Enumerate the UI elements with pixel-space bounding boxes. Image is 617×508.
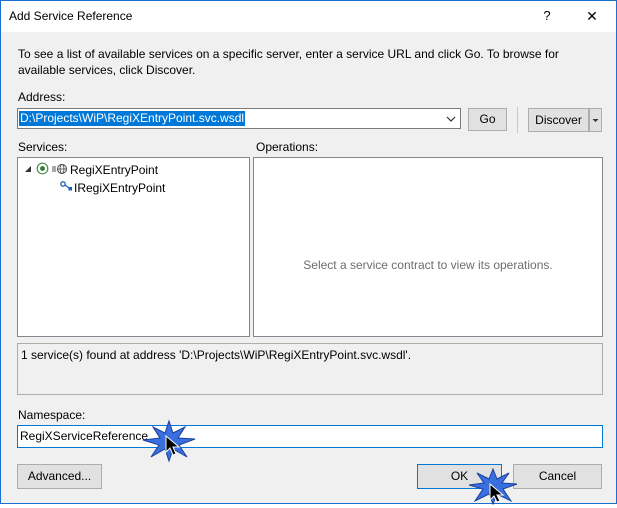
instructions-text: To see a list of available services on a… bbox=[18, 47, 559, 77]
address-value[interactable]: D:\Projects\WiP\RegiXEntryPoint.svc.wsdl bbox=[19, 111, 246, 126]
interface-icon bbox=[60, 180, 74, 195]
mouse-cursor-icon bbox=[489, 482, 505, 506]
advanced-button[interactable]: Advanced... bbox=[17, 464, 102, 489]
services-label: Services: bbox=[18, 140, 68, 154]
namespace-input[interactable]: RegiXServiceReference bbox=[17, 425, 603, 448]
globe-service-icon bbox=[52, 163, 70, 178]
dialog-title: Add Service Reference bbox=[9, 9, 133, 23]
operations-label: Operations: bbox=[256, 140, 319, 154]
add-service-reference-dialog: Add Service Reference ? ✕ To see a list … bbox=[0, 0, 617, 506]
status-text: 1 service(s) found at address 'D:\Projec… bbox=[21, 348, 412, 362]
tree-item-label: RegiXEntryPoint bbox=[70, 163, 159, 177]
address-label: Address: bbox=[18, 90, 66, 104]
address-combobox[interactable]: D:\Projects\WiP\RegiXEntryPoint.svc.wsdl bbox=[17, 108, 461, 129]
service-radio-icon bbox=[36, 162, 50, 178]
toolbar-divider bbox=[517, 107, 518, 133]
operations-placeholder: Select a service contract to view its op… bbox=[303, 258, 553, 272]
title-bar: Add Service Reference ? ✕ bbox=[1, 1, 616, 32]
services-tree[interactable]: RegiXEntryPoint IRegiXEntryPoint bbox=[17, 157, 250, 337]
expanded-triangle-icon[interactable] bbox=[24, 163, 36, 177]
status-area: 1 service(s) found at address 'D:\Projec… bbox=[17, 343, 603, 395]
operations-panel: Select a service contract to view its op… bbox=[253, 157, 603, 337]
close-button[interactable]: ✕ bbox=[577, 5, 607, 27]
chevron-down-icon[interactable] bbox=[444, 111, 458, 126]
go-button[interactable]: Go bbox=[468, 108, 507, 131]
cancel-button[interactable]: Cancel bbox=[513, 464, 602, 489]
tree-item-contract[interactable]: IRegiXEntryPoint bbox=[60, 180, 165, 195]
mouse-cursor-icon bbox=[165, 434, 181, 460]
discover-button[interactable]: Discover bbox=[528, 108, 589, 132]
help-button[interactable]: ? bbox=[535, 5, 559, 27]
tree-item-service[interactable]: RegiXEntryPoint bbox=[24, 162, 158, 178]
namespace-label: Namespace: bbox=[18, 408, 86, 422]
namespace-value[interactable]: RegiXServiceReference bbox=[20, 429, 148, 443]
discover-dropdown-button[interactable] bbox=[589, 108, 602, 132]
triangle-down-icon bbox=[590, 119, 601, 134]
tree-item-label: IRegiXEntryPoint bbox=[74, 180, 166, 195]
